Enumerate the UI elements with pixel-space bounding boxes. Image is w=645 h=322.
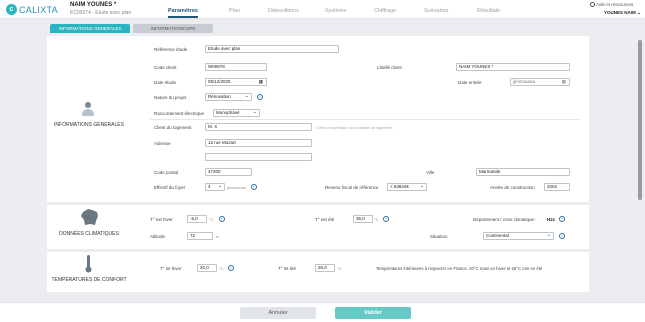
date-etude-label: Date étude [154, 80, 177, 85]
t-ete-label: T° ext été [315, 217, 335, 222]
revenu-label: Revenu fiscal de référence [325, 185, 379, 190]
t-ete-info-icon[interactable]: i [383, 216, 389, 222]
t-hiver-label: T° ext hiver [150, 217, 173, 222]
help-link[interactable]: Aide et ressources [590, 2, 634, 8]
altitude-unit: m [216, 234, 220, 239]
project-name: NAIM YOUNES * [70, 2, 117, 8]
t-int-ete-unit: °C [337, 266, 342, 271]
nature-select[interactable]: Rénovation [205, 93, 252, 101]
ref-label: Référence étude [154, 47, 188, 52]
raccord-label: Raccordement électrique [154, 111, 205, 116]
effectif-label: Effectif du foyer [154, 185, 186, 190]
t-hiver-info-icon[interactable]: i [219, 216, 225, 222]
nav-parametres[interactable]: Paramètres [168, 0, 198, 18]
section-title-climat: DONNÉES CLIMATIQUES [59, 231, 119, 237]
t-hiver-unit: °C [209, 217, 214, 222]
altitude-label: Altitude [150, 234, 166, 239]
nav-plan[interactable]: Plan [229, 0, 240, 18]
libelle-label: Libellé client [377, 65, 402, 70]
client-logement-label: Client du logement [154, 125, 192, 130]
nav-resultats[interactable]: Résultats [477, 0, 500, 18]
libelle-input[interactable]: NAIM YOUNES * [456, 63, 570, 71]
t-int-ete-input[interactable]: 26,0 [315, 264, 335, 272]
help-icon [590, 2, 595, 8]
situation-info-icon[interactable]: i [559, 233, 565, 239]
logo-text: CALIXTA [19, 4, 58, 15]
code-client-input[interactable]: W00978 [205, 63, 267, 71]
ref-input[interactable]: Etude avec plan [205, 45, 339, 53]
cancel-button[interactable]: Annuler [240, 307, 316, 319]
footer-bar: Annuler Valider [0, 302, 645, 322]
date-entree-input[interactable]: jj/mm/aaaa ▦ [510, 78, 570, 86]
effectif-unit: personnes [227, 185, 246, 190]
adresse2-input[interactable] [205, 153, 312, 161]
divider [150, 119, 580, 120]
client-hint: Client propriétaire ou locataire du loge… [316, 125, 393, 130]
section-climat: DONNÉES CLIMATIQUES T° ext hiver -5,0 °C… [47, 205, 589, 249]
situation-select[interactable]: Continental [483, 232, 554, 240]
date-etude-value: 05/12/2025 [208, 79, 231, 84]
logo-icon: c [6, 4, 17, 15]
altitude-input[interactable]: 72 [187, 232, 213, 240]
ville-input[interactable]: Marmande [476, 168, 570, 176]
chevron-down-icon: ⌄ [637, 10, 641, 15]
situation-label: Situation [430, 234, 448, 239]
t-int-hiver-input[interactable]: 20,0 [197, 264, 217, 272]
thermometer-icon [85, 255, 92, 273]
date-etude-input[interactable]: 05/12/2025 ▦ [205, 78, 267, 86]
effectif-select[interactable]: 4 [205, 183, 225, 191]
t-int-hiver-label: T° int hiver [160, 266, 182, 271]
effectif-info-icon[interactable]: i [251, 184, 257, 190]
nav-deperditions[interactable]: Déperditions [268, 0, 299, 18]
t-int-hiver-unit: °C [219, 266, 224, 271]
section-title-confort: TEMPÉRATURES DE CONFORT [51, 277, 127, 283]
dept-info-icon[interactable]: i [559, 216, 565, 222]
t-int-ete-label: T° int été [278, 266, 297, 271]
cp-label: Code postal [154, 170, 179, 175]
raccord-select[interactable]: Monophasé [213, 109, 260, 117]
t-ete-input[interactable]: 36,0 [353, 215, 373, 223]
section-general: INFORMATIONS GÉNÉRALES Référence étude E… [47, 36, 589, 202]
code-client-label: Code client [154, 65, 177, 70]
cp-input[interactable]: 47200 [205, 168, 252, 176]
help-label: Aide et ressources [596, 2, 634, 7]
tab-informations-generales[interactable]: INFORMATIONS GENERALES [50, 24, 130, 33]
top-bar: c CALIXTA NAIM YOUNES * EC09274 - Etude … [0, 0, 645, 19]
calendar-icon: ▦ [258, 79, 263, 84]
client-logement-input[interactable]: M. X [205, 123, 312, 131]
dept-label: Département / zone climatique : [473, 217, 537, 222]
date-entree-placeholder: jj/mm/aaaa [513, 79, 536, 84]
france-map-icon [81, 209, 98, 225]
tab-informations-dpe[interactable]: INFORMATIONS DPE [133, 24, 213, 33]
scrollbar[interactable] [638, 40, 642, 200]
calendar-icon: ▦ [561, 79, 566, 84]
t-int-hiver-info-icon[interactable]: i [228, 265, 234, 271]
section-confort: TEMPÉRATURES DE CONFORT T° int hiver 20,… [47, 252, 589, 292]
dept-value: H2c [547, 217, 556, 222]
user-menu[interactable]: YOUNES NAIM ⌄ [604, 10, 641, 16]
nature-label: Nature du projet [154, 95, 187, 100]
section-title-general: INFORMATIONS GÉNÉRALES [54, 122, 124, 128]
annee-input[interactable]: 2002 [544, 183, 570, 191]
t-hiver-input[interactable]: -5,0 [187, 215, 207, 223]
project-subtitle: EC09274 - Etude avec plan [70, 10, 132, 16]
nature-info-icon[interactable]: i [257, 94, 263, 100]
annee-label: Année de construction [490, 185, 535, 190]
ville-label: Ville [426, 170, 435, 175]
date-entree-label: Date entrée [458, 80, 482, 85]
nav-systeme[interactable]: Système [325, 0, 346, 18]
adresse-label: Adresse [154, 141, 171, 146]
person-icon [82, 102, 94, 116]
revenu-select[interactable]: < 63844€ [387, 183, 427, 191]
nav-chiffrage[interactable]: Chiffrage [374, 0, 396, 18]
t-ete-unit: °C [374, 217, 379, 222]
validate-button[interactable]: Valider [335, 307, 411, 319]
logo: c CALIXTA [6, 4, 58, 15]
nav-scenarios[interactable]: Scénarios [424, 0, 448, 18]
user-name: YOUNES NAIM [604, 10, 636, 15]
adresse-input[interactable]: 12 rue Mozart [205, 139, 312, 147]
confort-note: Températures intérieures à respecter en … [376, 266, 543, 271]
